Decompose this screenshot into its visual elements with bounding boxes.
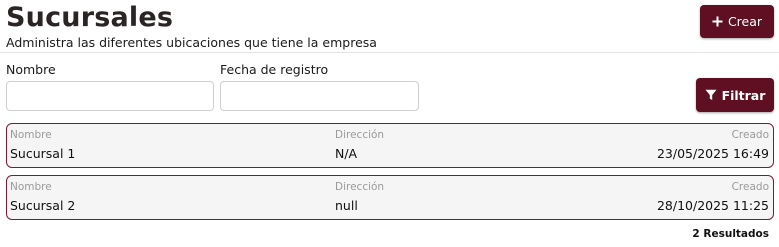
list-item[interactable]: Nombre Dirección Creado Sucursal 1 N/A 2… xyxy=(6,123,774,168)
list-item[interactable]: Nombre Dirección Creado Sucursal 2 null … xyxy=(6,175,774,220)
plus-icon xyxy=(712,16,723,27)
page-subtitle: Administra las diferentes ubicaciones qu… xyxy=(6,35,377,50)
column-header-name: Nombre xyxy=(10,129,52,141)
page-title: Sucursales xyxy=(6,2,174,33)
column-header-address: Dirección xyxy=(335,181,385,193)
create-button[interactable]: Crear xyxy=(700,5,774,38)
branch-address: null xyxy=(335,198,358,213)
column-header-address: Dirección xyxy=(335,129,385,141)
name-filter-input[interactable] xyxy=(6,81,214,111)
branch-address: N/A xyxy=(335,146,358,161)
filter-button[interactable]: Filtrar xyxy=(696,78,774,112)
create-button-label: Crear xyxy=(727,14,763,29)
column-header-created: Creado xyxy=(731,181,769,193)
header-divider xyxy=(0,52,779,53)
branch-created: 23/05/2025 16:49 xyxy=(656,146,769,161)
filter-button-label: Filtrar xyxy=(721,87,766,103)
branch-name: Sucursal 1 xyxy=(10,146,76,161)
date-filter-input[interactable] xyxy=(220,81,419,111)
funnel-icon xyxy=(705,89,717,101)
date-filter-label: Fecha de registro xyxy=(220,62,329,77)
name-filter-label: Nombre xyxy=(6,62,56,77)
column-header-created: Creado xyxy=(731,129,769,141)
column-header-name: Nombre xyxy=(10,181,52,193)
results-count: 2 Resultados xyxy=(692,228,769,240)
branch-name: Sucursal 2 xyxy=(10,198,76,213)
branch-created: 28/10/2025 11:25 xyxy=(656,198,769,213)
